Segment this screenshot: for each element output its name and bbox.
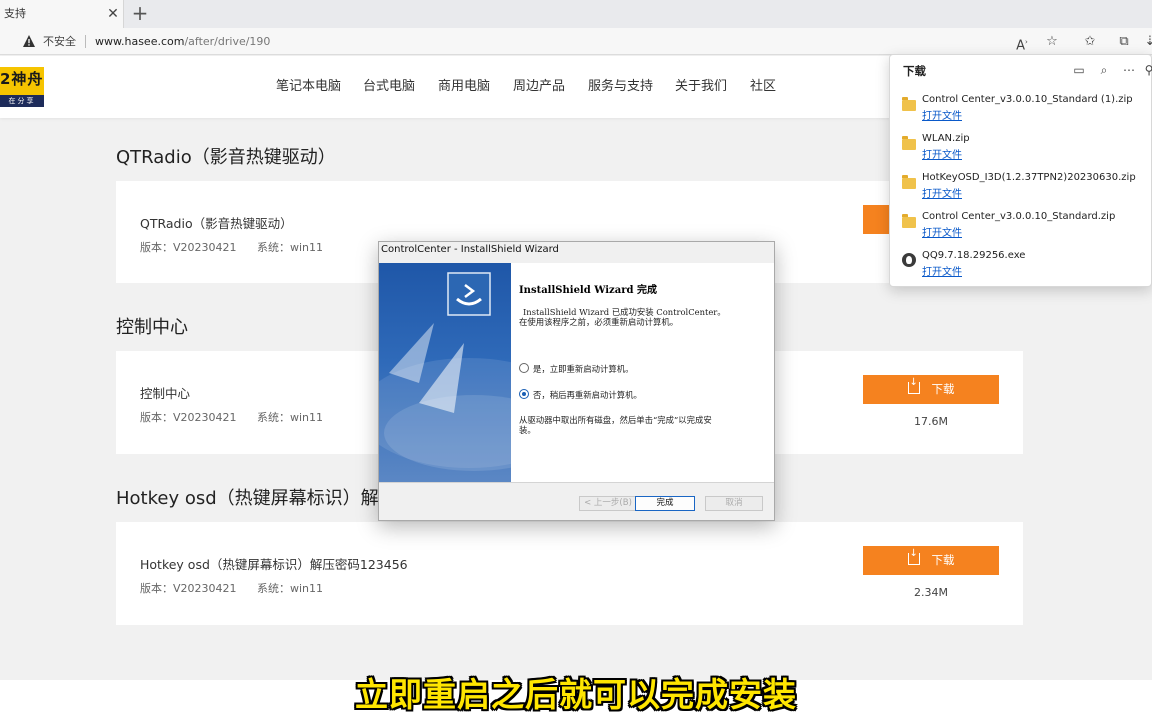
wizard-note-line2: 装。 <box>519 425 536 435</box>
url-text[interactable]: www.hasee.com/after/drive/190 <box>95 28 270 55</box>
download-button[interactable]: 下载 <box>863 375 999 404</box>
warning-icon[interactable] <box>22 34 36 48</box>
logo-text: 2神舟 <box>0 70 44 88</box>
tab-title: 支持 <box>4 7 26 20</box>
wizard-message: InstallShield Wizard 已成功安装 ControlCenter… <box>519 307 769 327</box>
restart-now-label[interactable]: 是，立即重新启动计算机。 <box>533 363 634 375</box>
url-path: /after/drive/190 <box>184 35 271 48</box>
download-file-name: Control Center_v3.0.0.10_Standard.zip <box>922 211 1116 222</box>
open-file-link[interactable]: 打开文件 <box>922 224 962 239</box>
nav-service-support[interactable]: 服务与支持 <box>588 56 653 118</box>
wizard-message-line1: InstallShield Wizard 已成功安装 ControlCenter… <box>523 307 726 317</box>
nav-community[interactable]: 社区 <box>750 56 776 118</box>
download-button-label: 下载 <box>931 553 955 567</box>
cancel-button[interactable]: 取消 <box>705 496 763 511</box>
address-bar[interactable]: 不安全 www.hasee.com/after/drive/190 A› ☆ ✩… <box>0 28 1152 55</box>
wizard-message-line2: 在使用该程序之前，必须重新启动计算机。 <box>519 317 679 327</box>
driver-name: QTRadio（影音热键驱动） <box>140 216 293 231</box>
browser-tab-strip: 支持 ✕ + <box>0 0 1152 28</box>
driver-name: Hotkey osd（热键屏幕标识）解压密码123456 <box>140 557 408 572</box>
finish-button[interactable]: 完成 <box>635 496 695 511</box>
more-options-icon[interactable]: ⋯ <box>1120 61 1138 79</box>
driver-system: 系统：win11 <box>257 241 324 254</box>
nav-notebooks[interactable]: 笔记本电脑 <box>276 56 341 118</box>
hasee-logo[interactable]: 2神舟 在分享 <box>0 67 44 107</box>
pin-icon[interactable]: ⚲ <box>1140 61 1152 79</box>
read-aloud-icon[interactable]: A› <box>1012 32 1032 53</box>
video-subtitle: 立即重启之后就可以完成安装 <box>355 675 797 714</box>
nav-business[interactable]: 商用电脑 <box>438 56 490 118</box>
driver-version: 版本：V20230421 <box>140 582 237 595</box>
download-button-label: 下载 <box>931 382 955 396</box>
restart-later-radio[interactable] <box>519 389 529 399</box>
download-item[interactable]: WLAN.zip 打开文件 <box>890 131 1151 167</box>
download-file-name: QQ9.7.18.29256.exe <box>922 250 1026 261</box>
driver-name: 控制中心 <box>140 386 191 401</box>
back-button[interactable]: < 上一步(B) <box>579 496 637 511</box>
download-item[interactable]: Control Center_v3.0.0.10_Standard.zip 打开… <box>890 209 1151 245</box>
zip-file-icon <box>902 175 916 189</box>
downloads-panel: 下载 ▭ ⌕ ⋯ ⚲ Control Center_v3.0.0.10_Stan… <box>889 54 1152 287</box>
download-file-name: HotKeyOSD_I3D(1.2.37TPN2)20230630.zip <box>922 172 1136 183</box>
open-file-link[interactable]: 打开文件 <box>922 107 962 122</box>
driver-version: 版本：V20230421 <box>140 241 237 254</box>
dialog-separator <box>379 482 774 483</box>
insecure-label[interactable]: 不安全 <box>43 28 76 55</box>
wizard-note: 从驱动器中取出所有磁盘，然后单击“完成”以完成安 装。 <box>519 415 769 435</box>
section-title-qtradio: QTRadio（影音热键驱动） <box>116 147 336 168</box>
downloads-panel-title: 下载 <box>903 64 926 78</box>
driver-system: 系统：win11 <box>257 582 324 595</box>
driver-system: 系统：win11 <box>257 411 324 424</box>
download-item[interactable]: QQ9.7.18.29256.exe 打开文件 <box>890 248 1151 284</box>
nav-about-us[interactable]: 关于我们 <box>675 56 727 118</box>
wizard-side-banner <box>379 263 511 482</box>
zip-file-icon <box>902 214 916 228</box>
wizard-heading: InstallShield Wizard 完成 <box>519 285 657 296</box>
new-tab-button[interactable]: + <box>128 0 152 28</box>
restart-now-radio[interactable] <box>519 363 529 373</box>
installshield-banner-graphic <box>379 272 511 471</box>
close-tab-icon[interactable]: ✕ <box>104 0 122 28</box>
driver-card-hotkey-osd: Hotkey osd（热键屏幕标识）解压密码123456 版本：V2023042… <box>116 522 1023 625</box>
open-file-link[interactable]: 打开文件 <box>922 146 962 161</box>
url-host: www.hasee.com <box>95 35 185 48</box>
zip-file-icon <box>902 136 916 150</box>
download-file-name: Control Center_v3.0.0.10_Standard (1).zi… <box>922 94 1133 105</box>
logo-subtext: 在分享 <box>0 95 44 107</box>
download-icon <box>907 377 920 394</box>
file-size: 2.34M <box>914 586 948 599</box>
open-file-link[interactable]: 打开文件 <box>922 263 962 278</box>
dialog-title[interactable]: ControlCenter - InstallShield Wizard <box>381 244 559 255</box>
download-icon <box>907 548 920 565</box>
download-file-name: WLAN.zip <box>922 133 970 144</box>
nav-desktops[interactable]: 台式电脑 <box>363 56 415 118</box>
open-file-link[interactable]: 打开文件 <box>922 185 962 200</box>
restart-later-label[interactable]: 否，稍后再重新启动计算机。 <box>533 389 642 401</box>
download-item[interactable]: HotKeyOSD_I3D(1.2.37TPN2)20230630.zip 打开… <box>890 170 1151 206</box>
nav-peripherals[interactable]: 周边产品 <box>513 56 565 118</box>
wizard-content: InstallShield Wizard 完成 InstallShield Wi… <box>511 263 774 482</box>
downloads-icon[interactable]: ⇣ <box>1140 32 1152 52</box>
browser-tab[interactable]: 支持 ✕ <box>0 0 124 28</box>
address-separator <box>85 35 86 48</box>
download-item[interactable]: Control Center_v3.0.0.10_Standard (1).zi… <box>890 92 1151 128</box>
collections-icon[interactable]: ⧉ <box>1114 32 1134 52</box>
file-size: 17.6M <box>914 415 948 428</box>
download-button[interactable]: 下载 <box>863 546 999 575</box>
section-title-control-center: 控制中心 <box>116 317 188 338</box>
installshield-dialog: ControlCenter - InstallShield Wizard Ins… <box>378 241 775 521</box>
open-folder-icon[interactable]: ▭ <box>1070 61 1088 79</box>
qq-app-icon <box>902 253 916 267</box>
section-title-hotkey-osd: Hotkey osd（热键屏幕标识）解 <box>116 488 379 509</box>
wizard-note-line1: 从驱动器中取出所有磁盘，然后单击“完成”以完成安 <box>519 415 712 425</box>
search-icon[interactable]: ⌕ <box>1095 61 1113 79</box>
driver-version: 版本：V20230421 <box>140 411 237 424</box>
favorites-icon[interactable]: ✩ <box>1080 32 1100 52</box>
add-favorite-icon[interactable]: ☆ <box>1042 32 1062 52</box>
zip-file-icon <box>902 97 916 111</box>
